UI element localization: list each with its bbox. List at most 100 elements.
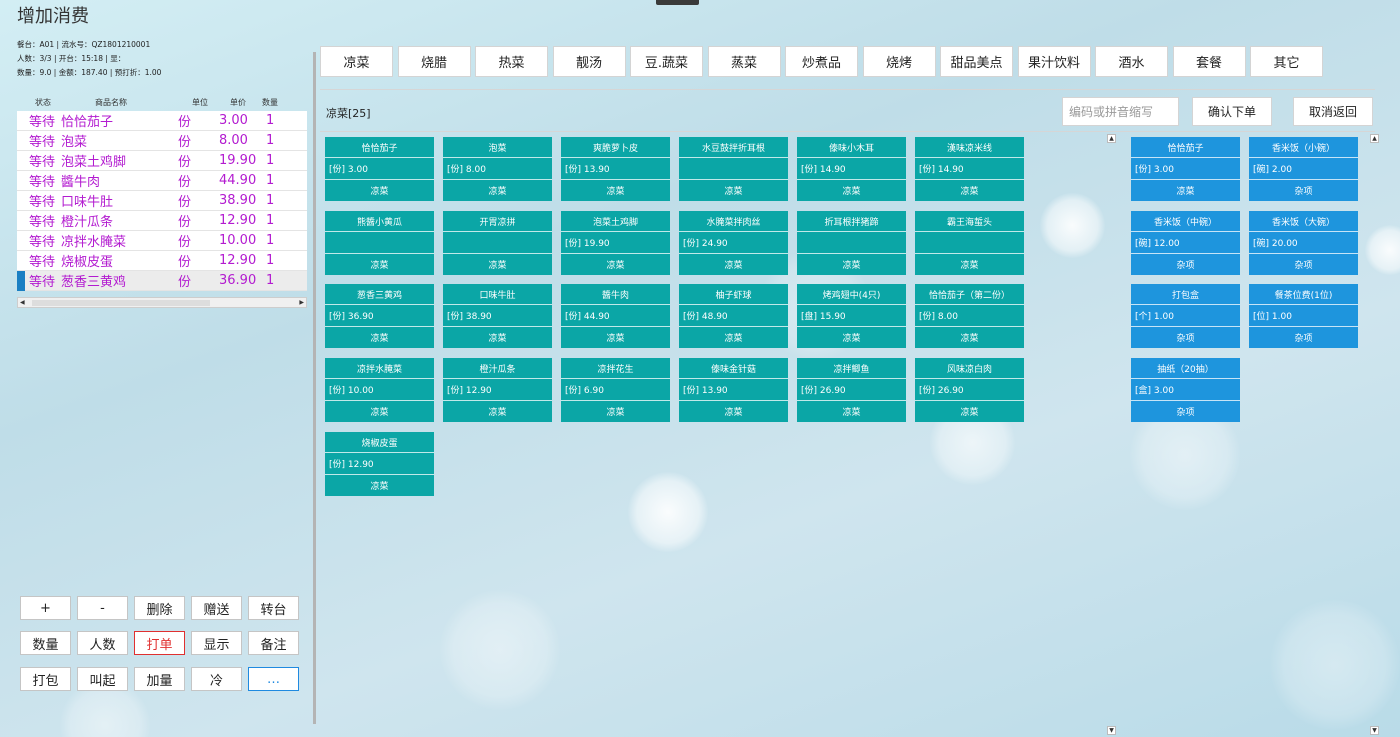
- more-button[interactable]: …: [248, 667, 299, 691]
- order-row[interactable]: 等待 泡菜土鸡脚 份 19.90 1: [17, 151, 307, 171]
- order-row[interactable]: 等待 口味牛肚 份 38.90 1: [17, 191, 307, 211]
- order-item-name: 凉拌水腌菜: [61, 235, 127, 250]
- gift-button[interactable]: 赠送: [191, 596, 242, 620]
- delete-button[interactable]: 删除: [134, 596, 185, 620]
- dish-price: [碗] 12.00: [1131, 232, 1240, 254]
- pack-button[interactable]: 打包: [20, 667, 71, 691]
- dish-tile[interactable]: 葱香三黄鸡 [份] 36.90 凉菜: [325, 284, 434, 348]
- dish-price: [679, 158, 788, 180]
- category-tab[interactable]: 炒煮品: [785, 46, 858, 77]
- dish-category: 凉菜: [488, 334, 507, 344]
- misc-item-tile[interactable]: 恰恰茄子 [份] 3.00 凉菜: [1131, 137, 1240, 201]
- dish-tile[interactable]: 泡菜土鸡脚 [份] 19.90 凉菜: [561, 211, 670, 275]
- dish-tile[interactable]: 折耳根拌猪蹄 凉菜: [797, 211, 906, 275]
- misc-item-tile[interactable]: 打包盒 [个] 1.00 杂项: [1131, 284, 1240, 348]
- scroll-up-icon[interactable]: ▲: [1370, 134, 1379, 143]
- transfer-button[interactable]: 转台: [248, 596, 299, 620]
- dish-tile[interactable]: 凉拌花生 [份] 6.90 凉菜: [561, 358, 670, 422]
- dish-tile[interactable]: 醬牛肉 [份] 44.90 凉菜: [561, 284, 670, 348]
- order-table-horizontal-scrollbar[interactable]: ◀ ▶: [17, 297, 307, 308]
- note-button[interactable]: 备注: [248, 631, 299, 655]
- category-tab[interactable]: 其它: [1250, 46, 1323, 77]
- print-button[interactable]: 打单: [134, 631, 185, 655]
- cold-button[interactable]: 冷: [191, 667, 242, 691]
- scroll-down-icon[interactable]: ▼: [1107, 726, 1116, 735]
- scroll-down-icon[interactable]: ▼: [1370, 726, 1379, 735]
- dish-tile[interactable]: 恰恰茄子 [份] 3.00 凉菜: [325, 137, 434, 201]
- category-tab[interactable]: 靓汤: [552, 46, 626, 77]
- dish-category: 凉菜: [370, 187, 389, 197]
- dish-tile[interactable]: 傣味金针菇 [份] 13.90 凉菜: [679, 358, 788, 422]
- guests-button[interactable]: 人数: [77, 631, 128, 655]
- search-input[interactable]: [1062, 97, 1179, 126]
- order-row[interactable]: 等待 泡菜 份 8.00 1: [17, 131, 307, 151]
- category-tab[interactable]: 套餐: [1172, 46, 1246, 77]
- dish-tile[interactable]: 开胃凉拼 凉菜: [443, 211, 552, 275]
- dish-name: 折耳根拌猪蹄: [797, 211, 906, 232]
- display-button[interactable]: 显示: [191, 631, 242, 655]
- misc-item-tile[interactable]: 香米饭（中碗） [碗] 12.00 杂项: [1131, 211, 1240, 275]
- dish-price: [位] 1.00: [1249, 305, 1358, 327]
- order-quantity: 1: [266, 273, 275, 288]
- category-tab[interactable]: 果汁饮料: [1017, 46, 1091, 77]
- dish-price: [443, 232, 552, 254]
- dish-tile[interactable]: 熊醬小黄瓜 凉菜: [325, 211, 434, 275]
- dish-tile[interactable]: 爽脆萝卜皮 [份] 13.90 凉菜: [561, 137, 670, 201]
- scroll-thumb[interactable]: [32, 300, 210, 306]
- category-tab[interactable]: 蒸菜: [707, 46, 781, 77]
- dish-tile[interactable]: 橙汁瓜条 [份] 12.90 凉菜: [443, 358, 552, 422]
- scroll-left-icon[interactable]: ◀: [20, 299, 25, 307]
- dish-tile[interactable]: 傣味小木耳 [份] 14.90 凉菜: [797, 137, 906, 201]
- misc-item-tile[interactable]: 香米饭（大碗） [碗] 20.00 杂项: [1249, 211, 1358, 275]
- divider: [320, 89, 1375, 90]
- category-tab[interactable]: 烧烤: [862, 46, 936, 77]
- cancel-return-button[interactable]: 取消返回: [1293, 97, 1373, 126]
- dish-tile[interactable]: 恰恰茄子（第二份） [份] 8.00 凉菜: [915, 284, 1024, 348]
- dish-tile[interactable]: 烧椒皮蛋 [份] 12.90 凉菜: [325, 432, 434, 496]
- table-info: 餐台：A01 | 流水号：QZ1801210001: [17, 40, 151, 49]
- misc-item-tile[interactable]: 香米饭（小碗） [碗] 2.00 杂项: [1249, 137, 1358, 201]
- order-row[interactable]: 等待 醬牛肉 份 44.90 1: [17, 171, 307, 191]
- minus-button[interactable]: -: [77, 596, 128, 620]
- scroll-up-icon[interactable]: ▲: [1107, 134, 1116, 143]
- order-row[interactable]: 等待 烧椒皮蛋 份 12.90 1: [17, 251, 307, 271]
- extra-button[interactable]: 加量: [134, 667, 185, 691]
- dish-tile[interactable]: 水腌菜拌肉丝 [份] 24.90 凉菜: [679, 211, 788, 275]
- category-tab[interactable]: 豆.蔬菜: [630, 46, 703, 77]
- category-tab[interactable]: 凉菜: [320, 46, 393, 77]
- order-row[interactable]: 等待 葱香三黄鸡份 36.90 1: [17, 271, 307, 291]
- misc-item-tile[interactable]: 抽纸（20抽） [盒] 3.00 杂项: [1131, 358, 1240, 422]
- order-row[interactable]: 等待 凉拌水腌菜 份 10.00 1: [17, 231, 307, 251]
- scroll-right-icon[interactable]: ▶: [299, 299, 304, 307]
- dish-tile[interactable]: 霸王海蜇头 凉菜: [915, 211, 1024, 275]
- confirm-order-button[interactable]: 确认下单: [1192, 97, 1272, 126]
- category-tab[interactable]: 酒水: [1095, 46, 1168, 77]
- dish-tile[interactable]: 口味牛肚 [份] 38.90 凉菜: [443, 284, 552, 348]
- dish-name: 柚子虾球: [679, 284, 788, 305]
- dish-tile[interactable]: 风味凉白肉 [份] 26.90 凉菜: [915, 358, 1024, 422]
- add-button[interactable]: +: [20, 596, 71, 620]
- dish-tile[interactable]: 凉拌鲫鱼 [份] 26.90 凉菜: [797, 358, 906, 422]
- misc-item-tile[interactable]: 餐茶位费(1位) [位] 1.00 杂项: [1249, 284, 1358, 348]
- dish-tile[interactable]: 泡菜 [份] 8.00 凉菜: [443, 137, 552, 201]
- dish-price: [份] 6.90: [561, 379, 670, 401]
- dish-tile[interactable]: 烤鸡翅中(4只) [盘] 15.90 凉菜: [797, 284, 906, 348]
- order-row[interactable]: 等待 橙汁瓜条 份 12.90 1: [17, 211, 307, 231]
- dish-category: 凉菜: [606, 408, 625, 418]
- category-tab[interactable]: 热菜: [475, 46, 548, 77]
- order-item-name: 泡菜: [61, 135, 88, 150]
- order-status: 等待: [29, 195, 56, 210]
- quantity-button[interactable]: 数量: [20, 631, 71, 655]
- call-button[interactable]: 叫起: [77, 667, 128, 691]
- dish-tile[interactable]: 水豆鼓拌折耳根 凉菜: [679, 137, 788, 201]
- order-unit: 份: [178, 235, 192, 250]
- category-tab[interactable]: 烧腊: [397, 46, 471, 77]
- dish-tile[interactable]: 柚子虾球 [份] 48.90 凉菜: [679, 284, 788, 348]
- dish-tile[interactable]: 漢味凉米线 [份] 14.90 凉菜: [915, 137, 1024, 201]
- order-row[interactable]: 等待 恰恰茄子 份 3.00 1: [17, 111, 307, 131]
- dish-category: 凉菜: [842, 261, 861, 271]
- category-tab[interactable]: 甜品美点: [940, 46, 1013, 77]
- panel-divider[interactable]: [313, 52, 316, 724]
- dish-tile[interactable]: 凉拌水腌菜 [份] 10.00 凉菜: [325, 358, 434, 422]
- dish-name: 凉拌鲫鱼: [797, 358, 906, 379]
